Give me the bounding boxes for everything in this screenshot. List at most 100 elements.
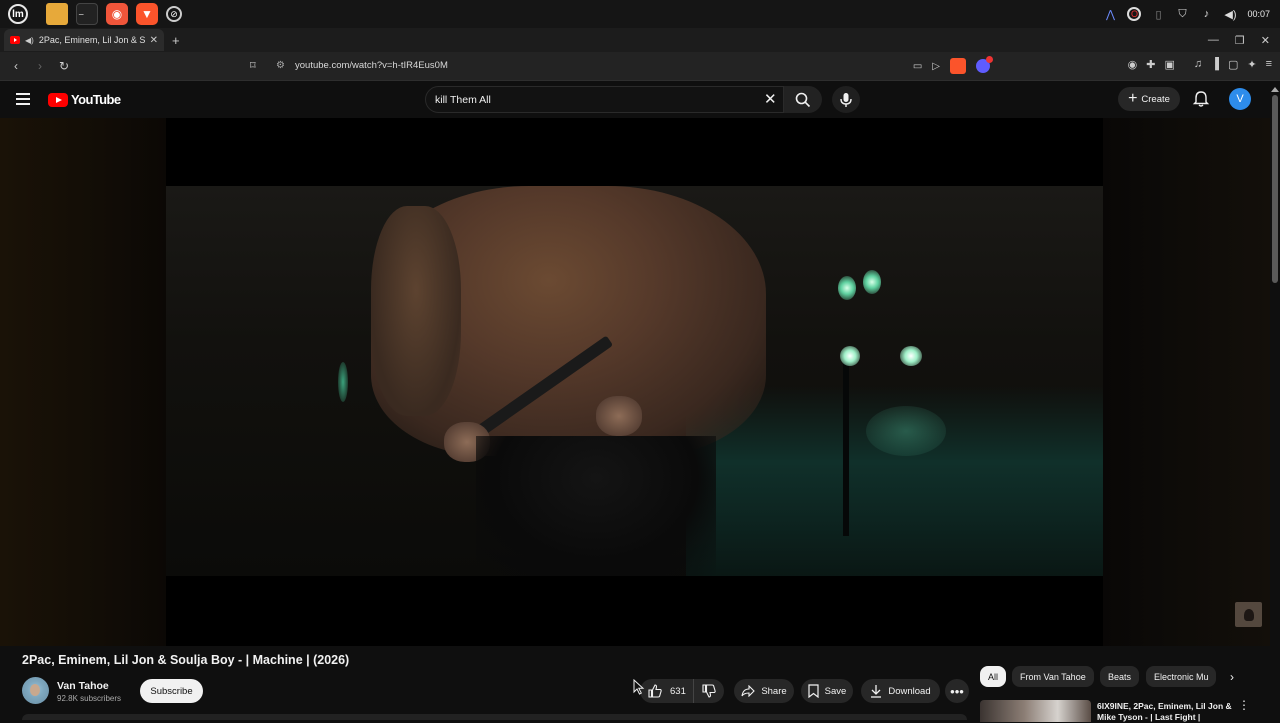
site-info-icon[interactable]: ⚙ xyxy=(276,60,285,71)
account-avatar[interactable]: V xyxy=(1229,88,1251,110)
toggle-icon[interactable]: ▯ xyxy=(1151,7,1165,21)
like-count: 631 xyxy=(670,685,686,697)
plus-icon: + xyxy=(1128,90,1138,107)
address-bar[interactable]: ⌑ ⚙ youtube.com/watch?v=h-tIR4Eus0M ▭ ▷ xyxy=(244,56,993,77)
video-frame[interactable] xyxy=(166,118,1103,646)
recommended-thumbnail[interactable] xyxy=(980,700,1091,722)
files-icon[interactable] xyxy=(46,3,68,25)
new-tab-button[interactable]: + xyxy=(172,33,180,48)
more-actions-button[interactable]: ••• xyxy=(945,679,969,703)
reader-icon[interactable]: ▐ xyxy=(1211,58,1219,71)
mouse-cursor-icon xyxy=(633,679,645,695)
page-scrollbar[interactable] xyxy=(1270,81,1280,720)
brave-icon[interactable]: ▼ xyxy=(136,3,158,25)
chip-electronic[interactable]: Electronic Mu xyxy=(1146,666,1216,687)
create-label: Create xyxy=(1141,93,1170,105)
youtube-logo[interactable]: YouTube xyxy=(48,92,121,107)
back-icon[interactable]: ‹ xyxy=(6,56,26,76)
shield-icon[interactable]: ⛉ xyxy=(1175,7,1189,21)
subscriber-count: 92.8K subscribers xyxy=(57,694,122,703)
extension-a-icon[interactable]: ◉ xyxy=(1128,58,1138,71)
forward-icon[interactable]: › xyxy=(30,56,50,76)
like-button[interactable]: 631 xyxy=(640,679,694,703)
cast-icon[interactable]: ▭ xyxy=(913,61,922,72)
download-icon xyxy=(871,685,882,698)
reload-icon[interactable]: ↻ xyxy=(54,56,74,76)
restore-icon[interactable]: ❐ xyxy=(1235,34,1245,47)
bookmark-save-icon xyxy=(808,684,819,698)
search-query[interactable]: kill Them All xyxy=(435,94,491,106)
download-button[interactable]: Download xyxy=(861,679,940,703)
download-label: Download xyxy=(888,685,931,697)
like-dislike-group: 631 xyxy=(640,679,724,703)
ambient-glow-right xyxy=(1103,118,1270,646)
extensions-icon[interactable]: ✚ xyxy=(1146,58,1155,71)
search-input[interactable]: kill Them All ✕ xyxy=(425,86,784,113)
music-icon[interactable]: ♫ xyxy=(1194,58,1202,71)
microphone-icon xyxy=(840,92,852,107)
share-label: Share xyxy=(761,685,787,697)
os-taskbar: lm _ ◉ ▼ ⊘ ⋀ O ▯ ⛉ ♪ ◀) 00:07 xyxy=(0,0,1280,28)
share-page-icon[interactable]: ▷ xyxy=(932,61,940,72)
share-icon xyxy=(741,685,756,697)
chip-all[interactable]: All xyxy=(980,666,1007,687)
minimize-icon[interactable]: — xyxy=(1208,34,1219,47)
bookmark-icon[interactable]: ⌑ xyxy=(250,59,256,72)
wallet-icon[interactable]: ▢ xyxy=(1228,58,1238,71)
tab-close-icon[interactable]: ✕ xyxy=(150,35,158,46)
firefox-icon[interactable]: ◉ xyxy=(106,3,128,25)
tab-strip: ◀) 2Pac, Eminem, Lil Jon & So ✕ + — ❐ ✕ xyxy=(0,28,1280,52)
video-player[interactable] xyxy=(0,118,1270,646)
search-icon xyxy=(795,92,811,107)
video-title: 2Pac, Eminem, Lil Jon & Soulja Boy - | M… xyxy=(22,653,350,667)
sidebar-toggle-icon[interactable]: ▣ xyxy=(1165,58,1175,71)
thumbs-up-icon xyxy=(648,684,662,698)
avatar-thumbnail[interactable] xyxy=(1235,602,1262,627)
youtube-masthead: YouTube kill Them All ✕ + Create V xyxy=(0,81,1280,118)
subscribe-button[interactable]: Subscribe xyxy=(140,679,203,703)
ambient-glow-left xyxy=(0,118,166,646)
volume-icon[interactable]: ◀) xyxy=(1223,7,1237,21)
window-close-icon[interactable]: ✕ xyxy=(1261,34,1270,47)
guide-menu-icon[interactable] xyxy=(16,93,30,105)
video-still xyxy=(166,186,1103,576)
save-button[interactable]: Save xyxy=(801,679,853,703)
create-button[interactable]: + Create xyxy=(1118,87,1180,111)
proton-icon[interactable]: ⋀ xyxy=(1103,7,1117,21)
chip-from-channel[interactable]: From Van Tahoe xyxy=(1012,666,1094,687)
channel-avatar[interactable] xyxy=(22,677,49,704)
audio-icon[interactable]: ◀) xyxy=(25,36,34,45)
clock[interactable]: 00:07 xyxy=(1247,9,1270,19)
brave-rewards-icon[interactable] xyxy=(976,56,993,73)
save-label: Save xyxy=(824,685,847,697)
brave-shield-icon[interactable] xyxy=(950,58,966,74)
notifications-bell-icon[interactable] xyxy=(1192,90,1210,108)
vpn-icon[interactable]: ⊘ xyxy=(166,6,182,22)
mint-menu-icon[interactable]: lm xyxy=(8,4,28,24)
search-button[interactable] xyxy=(784,86,822,113)
scrollbar-thumb[interactable] xyxy=(1272,95,1278,283)
leo-icon[interactable]: ✦ xyxy=(1247,58,1256,71)
youtube-favicon-icon xyxy=(10,36,20,44)
dislike-button[interactable] xyxy=(694,684,724,698)
opera-icon[interactable]: O xyxy=(1127,7,1142,21)
menu-icon[interactable]: ≡ xyxy=(1266,58,1272,71)
recommended-more-icon[interactable]: ⋮ xyxy=(1238,699,1250,711)
voice-search-button[interactable] xyxy=(832,86,860,113)
address-row: ‹ › ↻ ⌑ ⚙ youtube.com/watch?v=h-tIR4Eus0… xyxy=(0,52,1280,81)
youtube-play-icon xyxy=(48,92,68,107)
scroll-up-icon[interactable] xyxy=(1271,87,1279,92)
youtube-logo-text: YouTube xyxy=(71,92,121,107)
clear-search-icon[interactable]: ✕ xyxy=(764,90,777,108)
thumbs-down-icon xyxy=(702,684,716,698)
terminal-icon[interactable]: _ xyxy=(76,3,98,25)
url-text[interactable]: youtube.com/watch?v=h-tIR4Eus0M xyxy=(295,60,448,71)
chevron-right-icon[interactable]: › xyxy=(1223,668,1241,686)
channel-name[interactable]: Van Tahoe xyxy=(57,680,109,692)
share-button[interactable]: Share xyxy=(734,679,794,703)
browser-tab[interactable]: ◀) 2Pac, Eminem, Lil Jon & So ✕ xyxy=(4,29,164,51)
tab-title: 2Pac, Eminem, Lil Jon & So xyxy=(38,35,145,45)
notification-icon[interactable]: ♪ xyxy=(1199,7,1213,21)
chip-beats[interactable]: Beats xyxy=(1100,666,1140,687)
description-box[interactable] xyxy=(22,714,967,720)
